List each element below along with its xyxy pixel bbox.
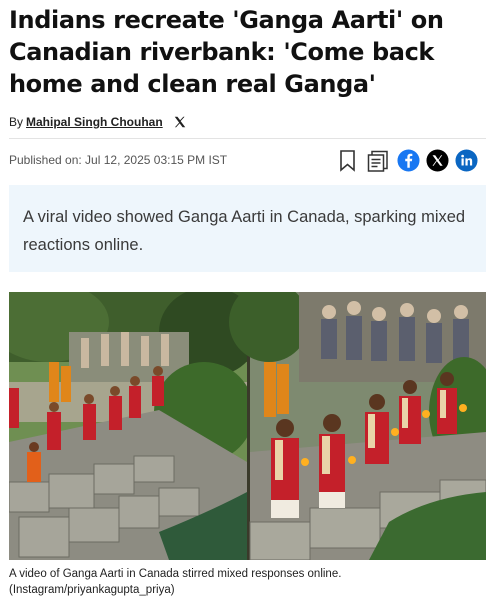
article-headline: Indians recreate 'Ganga Aarti' on Canadi…	[9, 6, 444, 98]
publish-date: Published on: Jul 12, 2025 03:15 PM IST	[9, 153, 228, 167]
author-link[interactable]: Mahipal Singh Chouhan	[26, 115, 163, 129]
right-video-frame	[229, 292, 486, 560]
linkedin-icon[interactable]	[455, 149, 478, 177]
bookmark-icon[interactable]	[338, 149, 358, 178]
byline: By Mahipal Singh Chouhan	[9, 112, 187, 132]
hero-image[interactable]	[9, 292, 486, 560]
article-summary: A viral video showed Ganga Aarti in Cana…	[9, 185, 486, 272]
byline-prefix: By	[9, 115, 24, 129]
facebook-icon[interactable]	[397, 149, 420, 177]
author-x-icon[interactable]	[173, 115, 187, 129]
left-video-frame	[9, 292, 259, 560]
image-caption: A video of Ganga Aarti in Canada stirred…	[9, 568, 342, 596]
google-news-icon[interactable]	[366, 149, 390, 178]
byline-divider	[9, 138, 486, 139]
x-icon[interactable]	[426, 149, 449, 177]
